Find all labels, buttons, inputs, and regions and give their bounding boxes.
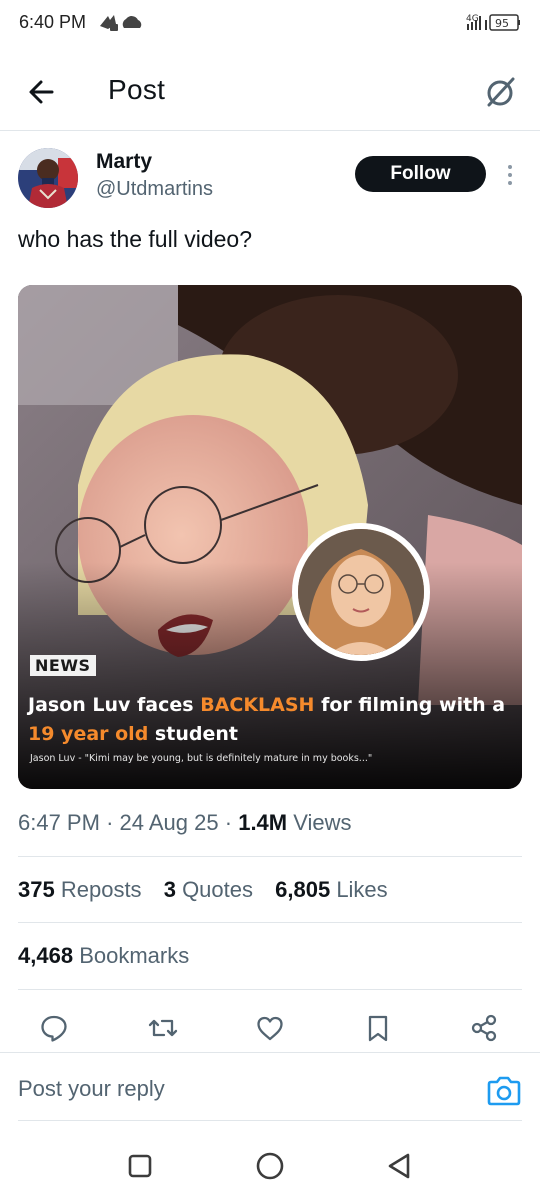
likes-count: 6,805 — [275, 877, 331, 902]
media-caption: Jason Luv - "Kimi may be young, but is d… — [30, 753, 373, 764]
bookmarks-label: Bookmarks — [79, 943, 190, 968]
like-button[interactable] — [250, 1008, 290, 1048]
post-text: who has the full video? — [18, 226, 252, 252]
reply-input[interactable]: Post your reply — [18, 1076, 165, 1102]
headline-text-1: Jason Luv faces — [28, 694, 201, 716]
repost-button[interactable] — [143, 1008, 183, 1048]
author-handle[interactable]: @Utdmartins — [96, 178, 213, 201]
triangle-back-icon — [388, 1153, 410, 1179]
home-button[interactable] — [252, 1148, 288, 1184]
notification-icons — [98, 12, 146, 39]
arrow-left-icon — [29, 80, 54, 104]
circle-icon — [256, 1152, 284, 1180]
likes-label: Likes — [336, 877, 388, 902]
news-tag: NEWS — [30, 655, 96, 676]
back-nav-button[interactable] — [382, 1148, 418, 1184]
bookmarks-divider — [18, 989, 522, 990]
camera-icon — [487, 1076, 521, 1106]
share-button[interactable] — [464, 1008, 504, 1048]
grok-button[interactable] — [480, 72, 520, 112]
bookmarks-stat[interactable]: 4,468 Bookmarks — [18, 943, 189, 969]
headline-text-2: for filming with a — [314, 694, 506, 716]
reposts-label: Reposts — [60, 877, 142, 902]
engagement-stats: 375 Reposts 3 Quotes 6,805 Likes — [18, 877, 388, 903]
meta-separator: · — [224, 810, 239, 835]
more-options-button[interactable] — [500, 160, 520, 190]
reply-divider — [18, 1120, 522, 1121]
status-time: 6:40 PM — [19, 12, 87, 32]
reply-icon — [41, 1015, 67, 1042]
back-button[interactable] — [22, 72, 62, 112]
author-name[interactable]: Marty — [96, 150, 152, 174]
actions-divider — [0, 1052, 540, 1053]
battery-level: 95 — [495, 17, 509, 30]
repost-icon — [148, 1019, 178, 1037]
system-nav-bar — [0, 1130, 540, 1200]
bookmarks-count: 4,468 — [18, 943, 74, 968]
like-icon — [257, 1016, 283, 1041]
camera-button[interactable] — [484, 1072, 524, 1110]
views-label: Views — [293, 810, 352, 835]
recents-button[interactable] — [122, 1148, 158, 1184]
bookmark-button[interactable] — [358, 1008, 398, 1048]
follow-button[interactable]: Follow — [355, 156, 486, 192]
views-count: 1.4M — [238, 810, 288, 835]
reposts-count: 375 — [18, 877, 55, 902]
post-header: Post — [0, 56, 540, 130]
post-meta: 6:47 PM · 24 Aug 25 · 1.4M Views — [18, 810, 352, 836]
share-icon — [471, 1014, 497, 1042]
media-headline: Jason Luv faces BACKLASH for filming wit… — [28, 691, 508, 749]
system-status-icons: 4G 95 — [464, 12, 522, 39]
bookmark-icon — [368, 1015, 388, 1042]
headline-text-3: student — [148, 723, 238, 745]
status-bar: 6:40 PM 4G 95 — [0, 0, 540, 48]
header-divider — [0, 130, 540, 131]
likes-stat[interactable]: 6,805 Likes — [275, 877, 388, 902]
quotes-stat[interactable]: 3 Quotes — [164, 877, 253, 902]
post-media[interactable]: NEWS Jason Luv faces BACKLASH for filmin… — [18, 285, 522, 789]
more-vertical-icon — [508, 165, 512, 185]
headline-highlight-1: BACKLASH — [200, 694, 315, 716]
square-icon — [128, 1154, 152, 1178]
post-date: 24 Aug 25 — [119, 810, 219, 835]
meta-divider — [18, 856, 522, 857]
quotes-count: 3 — [163, 877, 176, 902]
avatar[interactable] — [18, 148, 78, 208]
quotes-label: Quotes — [182, 877, 253, 902]
page-title: Post — [108, 74, 166, 105]
reply-button[interactable] — [34, 1008, 74, 1048]
stats-divider — [18, 922, 522, 923]
headline-highlight-2: 19 year old — [28, 723, 149, 745]
post-time: 6:47 PM — [18, 810, 100, 835]
meta-separator: · — [106, 810, 120, 835]
grok-icon — [487, 77, 515, 107]
inset-portrait — [292, 523, 430, 661]
reposts-stat[interactable]: 375 Reposts — [18, 877, 142, 902]
